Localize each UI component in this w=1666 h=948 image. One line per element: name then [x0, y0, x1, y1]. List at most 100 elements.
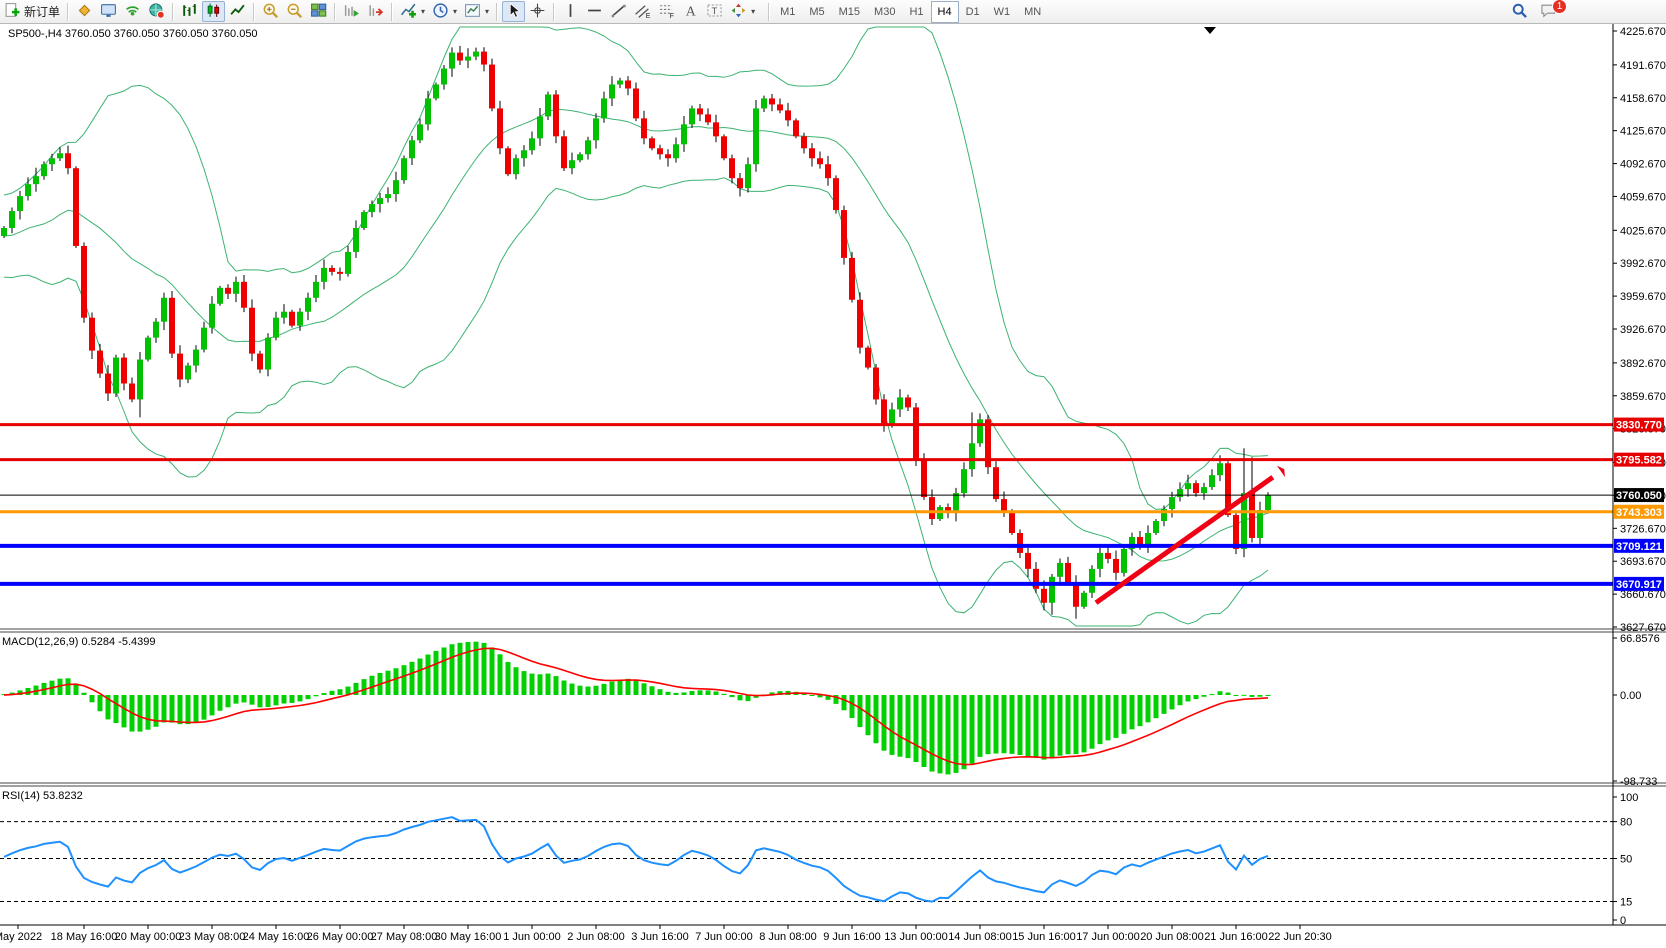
candle-bear — [649, 138, 655, 148]
price-tick-label: 3726.670 — [1620, 523, 1666, 535]
timeframe-w1[interactable]: W1 — [987, 1, 1018, 23]
arrows-button[interactable]: ▾ — [727, 1, 758, 22]
timeframe-mn[interactable]: MN — [1017, 1, 1048, 23]
fibonacci-button[interactable]: F — [655, 1, 678, 22]
macd-histogram-bar — [858, 695, 863, 727]
macd-histogram-bar — [90, 695, 95, 702]
chart-shift-button[interactable] — [364, 1, 387, 22]
macd-histogram-bar — [650, 686, 655, 695]
macd-histogram-bar — [1162, 695, 1167, 714]
macd-histogram-bar — [498, 654, 503, 695]
timeframe-m5[interactable]: M5 — [802, 1, 831, 23]
mt4-terminal: { "toolbar": { "new_order_label": "新订单",… — [0, 0, 1666, 948]
macd-histogram-bar — [434, 651, 439, 695]
candle-bull — [585, 140, 591, 154]
timeframe-h4[interactable]: H4 — [931, 1, 959, 23]
candle-bull — [673, 144, 679, 158]
candle-bear — [257, 354, 263, 370]
search-button[interactable] — [1508, 2, 1531, 23]
timeframe-m1[interactable]: M1 — [773, 1, 802, 23]
cursor-button[interactable] — [502, 1, 525, 22]
timeframe-m30[interactable]: M30 — [867, 1, 902, 23]
macd-histogram-bar — [1250, 695, 1255, 697]
candle-bear — [65, 153, 71, 168]
timeframe-d1[interactable]: D1 — [959, 1, 987, 23]
time-tick-label: 14 Jun 08:00 — [948, 931, 1012, 943]
candle-bear — [505, 148, 511, 174]
macd-histogram-bar — [1226, 693, 1231, 695]
equidistant-channel-button[interactable]: E — [631, 1, 654, 22]
candle-bull — [353, 228, 359, 252]
macd-histogram-bar — [402, 665, 407, 695]
zoom-in-button[interactable] — [259, 1, 282, 22]
periods-button[interactable]: ▾ — [429, 1, 460, 22]
macd-histogram-bar — [1266, 695, 1271, 696]
market-watch-button[interactable] — [97, 1, 120, 22]
signal-button[interactable] — [121, 1, 144, 22]
text-label-icon: T — [706, 2, 723, 22]
dropdown-arrow-icon: ▾ — [421, 7, 425, 16]
macd-histogram-bar — [706, 690, 711, 695]
candle-bull — [569, 160, 575, 168]
macd-histogram-bar — [482, 643, 487, 695]
candle-bull — [745, 164, 751, 188]
crosshair-button[interactable] — [526, 1, 549, 22]
candle-bull — [321, 268, 327, 282]
macd-histogram-bar — [1042, 695, 1047, 760]
macd-histogram-bar — [1130, 695, 1135, 729]
candle-bull — [1, 228, 7, 236]
auto-scroll-button[interactable] — [340, 1, 363, 22]
zoom-out-button[interactable] — [283, 1, 306, 22]
gold-box-button[interactable] — [73, 1, 96, 22]
macd-histogram-bar — [146, 695, 151, 730]
tile-windows-button[interactable] — [307, 1, 330, 22]
horizontal-line-button[interactable] — [583, 1, 606, 22]
macd-histogram-bar — [426, 655, 431, 695]
candle-bull — [441, 69, 447, 85]
add-indicator-button[interactable]: ▾ — [397, 1, 428, 22]
candle-bull — [161, 298, 167, 322]
time-tick-label: 24 May 16:00 — [243, 931, 310, 943]
candle-bear — [841, 210, 847, 258]
dropdown-arrow-icon: ▾ — [485, 7, 489, 16]
price-tick-label: 3660.670 — [1620, 589, 1666, 601]
templates-button[interactable]: ▾ — [461, 1, 492, 22]
text-label-button[interactable]: T — [703, 1, 726, 22]
price-badge-label: 3795.582 — [1616, 455, 1662, 467]
candle-bull — [41, 164, 47, 176]
macd-histogram-bar — [1050, 695, 1055, 758]
time-tick-label: 21 Jun 16:00 — [1204, 931, 1268, 943]
macd-histogram-bar — [626, 679, 631, 695]
chart-canvas[interactable]: 4225.6704191.6704158.6704125.6704092.670… — [0, 24, 1666, 948]
trend-line-button[interactable] — [607, 1, 630, 22]
new-order-button[interactable]: 新订单 — [1, 1, 63, 22]
dropdown-arrow-icon: ▾ — [453, 7, 457, 16]
macd-histogram-bar — [898, 695, 903, 757]
trend-arrow-head[interactable] — [1277, 466, 1285, 477]
time-tick-label: 8 Jun 08:00 — [759, 931, 817, 943]
autotrading-button[interactable] — [145, 1, 168, 22]
candle-bear — [249, 308, 255, 354]
line-chart-button[interactable] — [226, 1, 249, 22]
chat-button[interactable]: 1 — [1537, 2, 1560, 23]
timeframe-h1[interactable]: H1 — [902, 1, 930, 23]
candle-bull — [217, 288, 223, 304]
text-button[interactable]: A — [679, 1, 702, 22]
candle-bull — [529, 138, 535, 150]
macd-histogram-bar — [1194, 695, 1199, 699]
macd-histogram-bar — [1154, 695, 1159, 718]
candles-chart-button[interactable] — [202, 1, 225, 22]
time-tick-label: 18 May 16:00 — [51, 931, 118, 943]
timeframe-m15[interactable]: M15 — [832, 1, 867, 23]
candle-bull — [25, 184, 31, 196]
chart-shift-marker-icon[interactable] — [1204, 27, 1216, 34]
bars-chart-button[interactable] — [178, 1, 201, 22]
vertical-line-button[interactable] — [559, 1, 582, 22]
macd-histogram-bar — [1242, 695, 1247, 696]
candle-bear — [337, 272, 343, 274]
chart-window[interactable]: 4225.6704191.6704158.6704125.6704092.670… — [0, 24, 1666, 948]
candle-bull — [753, 108, 759, 164]
time-tick-label: 13 Jun 00:00 — [884, 931, 948, 943]
macd-histogram-bar — [466, 642, 471, 695]
macd-axis-label: -98.733 — [1620, 776, 1657, 788]
